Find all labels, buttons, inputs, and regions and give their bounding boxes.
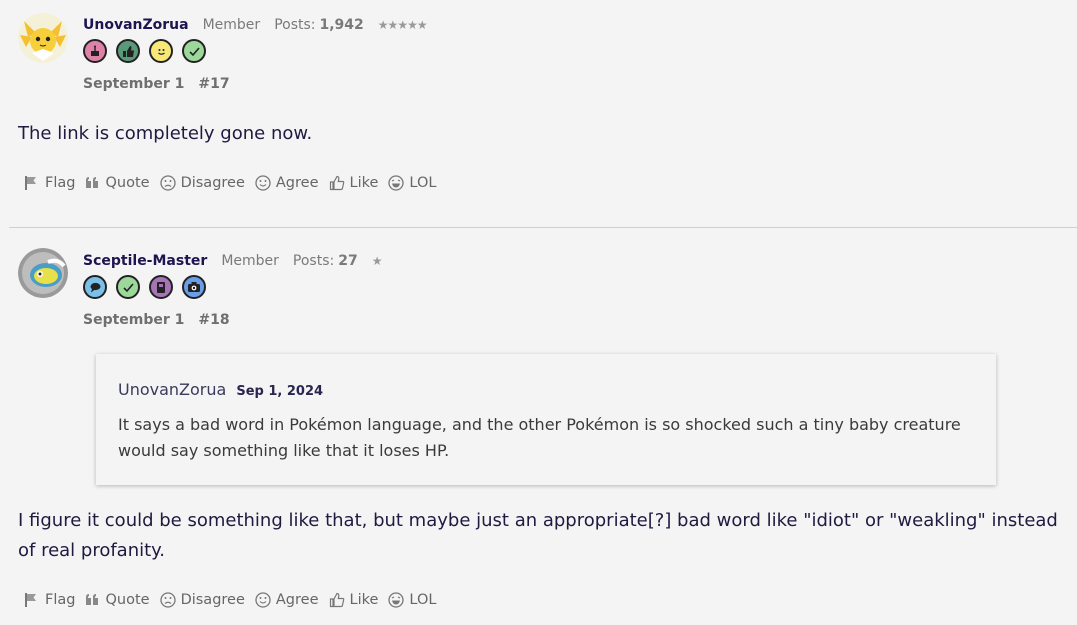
lol-button[interactable]: LOL — [388, 175, 436, 191]
quote-icon — [86, 594, 99, 605]
flag-label: Flag — [45, 592, 76, 608]
lol-button[interactable]: LOL — [388, 592, 436, 608]
speech-bubble-badge-icon[interactable] — [83, 275, 107, 299]
post-actions: Flag Quote Disagree Agree Like LOL — [24, 592, 436, 608]
disagree-button[interactable]: Disagree — [159, 592, 245, 608]
disagree-label: Disagree — [180, 592, 245, 608]
thumbs-up-icon — [329, 592, 344, 608]
check-badge-icon[interactable] — [116, 275, 140, 299]
user-role: Member — [221, 253, 279, 269]
badge-row — [83, 275, 206, 299]
quote-button[interactable]: Quote — [85, 175, 150, 191]
flag-label: Flag — [45, 175, 76, 191]
agree-button[interactable]: Agree — [255, 592, 319, 608]
quote-label: Quote — [105, 175, 150, 191]
laugh-icon — [388, 592, 405, 608]
flag-icon — [25, 593, 36, 607]
check-badge-icon[interactable] — [182, 39, 206, 63]
post-message: I figure it could be something like that… — [18, 510, 1058, 561]
post-date[interactable]: September 1 — [83, 312, 184, 328]
smile-badge-icon[interactable] — [149, 39, 173, 63]
quote-date[interactable]: Sep 1, 2024 — [236, 384, 323, 399]
like-button[interactable]: Like — [329, 592, 379, 608]
rating-stars: ★★★★★ — [377, 18, 428, 32]
avatar[interactable] — [18, 248, 68, 298]
frown-icon — [159, 592, 176, 608]
thumbs-up-badge-icon[interactable] — [116, 39, 140, 63]
quote-button[interactable]: Quote — [85, 592, 150, 608]
posts-label: Posts: — [274, 17, 316, 33]
post-18: Sceptile-Master Member Posts: 27 ★ Septe… — [0, 228, 1077, 625]
flag-icon — [25, 176, 36, 190]
camera-badge-icon[interactable] — [182, 275, 206, 299]
lol-label: LOL — [409, 592, 437, 608]
rating-stars: ★ — [371, 254, 383, 268]
quote-header: UnovanZorua Sep 1, 2024 — [118, 380, 323, 399]
agree-label: Agree — [275, 592, 319, 608]
cake-badge-icon[interactable] — [83, 39, 107, 63]
avatar[interactable] — [18, 13, 68, 63]
smile-icon — [255, 175, 271, 191]
quote-label: Quote — [105, 592, 150, 608]
post-number[interactable]: #17 — [198, 76, 229, 92]
quote-icon — [86, 177, 99, 188]
laugh-icon — [388, 175, 405, 191]
post-number[interactable]: #18 — [198, 312, 229, 328]
username[interactable]: UnovanZorua — [83, 17, 189, 33]
user-info: UnovanZorua Member Posts: 1,942 ★★★★★ — [83, 17, 428, 33]
user-role: Member — [202, 17, 261, 33]
disagree-button[interactable]: Disagree — [159, 175, 245, 191]
disagree-label: Disagree — [180, 175, 245, 191]
post-message: The link is completely gone now. — [18, 123, 313, 144]
posts-count: 27 — [338, 253, 358, 269]
post-17: UnovanZorua Member Posts: 1,942 ★★★★★ Se… — [0, 0, 1077, 227]
post-meta: September 1 #17 — [83, 76, 230, 92]
flag-button[interactable]: Flag — [24, 592, 75, 608]
notebook-badge-icon[interactable] — [149, 275, 173, 299]
thumbs-up-icon — [329, 175, 344, 191]
post-date[interactable]: September 1 — [83, 76, 184, 92]
post-meta: September 1 #18 — [83, 312, 230, 328]
like-button[interactable]: Like — [329, 175, 379, 191]
frown-icon — [159, 175, 176, 191]
posts-label: Posts: — [292, 253, 335, 269]
agree-button[interactable]: Agree — [255, 175, 319, 191]
agree-label: Agree — [275, 175, 319, 191]
quote-text: It says a bad word in Pokémon language, … — [118, 415, 961, 460]
quote-author[interactable]: UnovanZorua — [118, 380, 226, 399]
badge-row — [83, 39, 206, 63]
username[interactable]: Sceptile-Master — [83, 253, 207, 269]
smile-icon — [255, 592, 271, 608]
like-label: Like — [349, 175, 379, 191]
quote-block: UnovanZorua Sep 1, 2024 It says a bad wo… — [96, 354, 996, 485]
posts-count: 1,942 — [319, 17, 364, 33]
post-actions: Flag Quote Disagree Agree Like LOL — [24, 175, 436, 191]
user-info: Sceptile-Master Member Posts: 27 ★ — [83, 253, 383, 269]
flag-button[interactable]: Flag — [24, 175, 75, 191]
lol-label: LOL — [409, 175, 437, 191]
like-label: Like — [349, 592, 379, 608]
